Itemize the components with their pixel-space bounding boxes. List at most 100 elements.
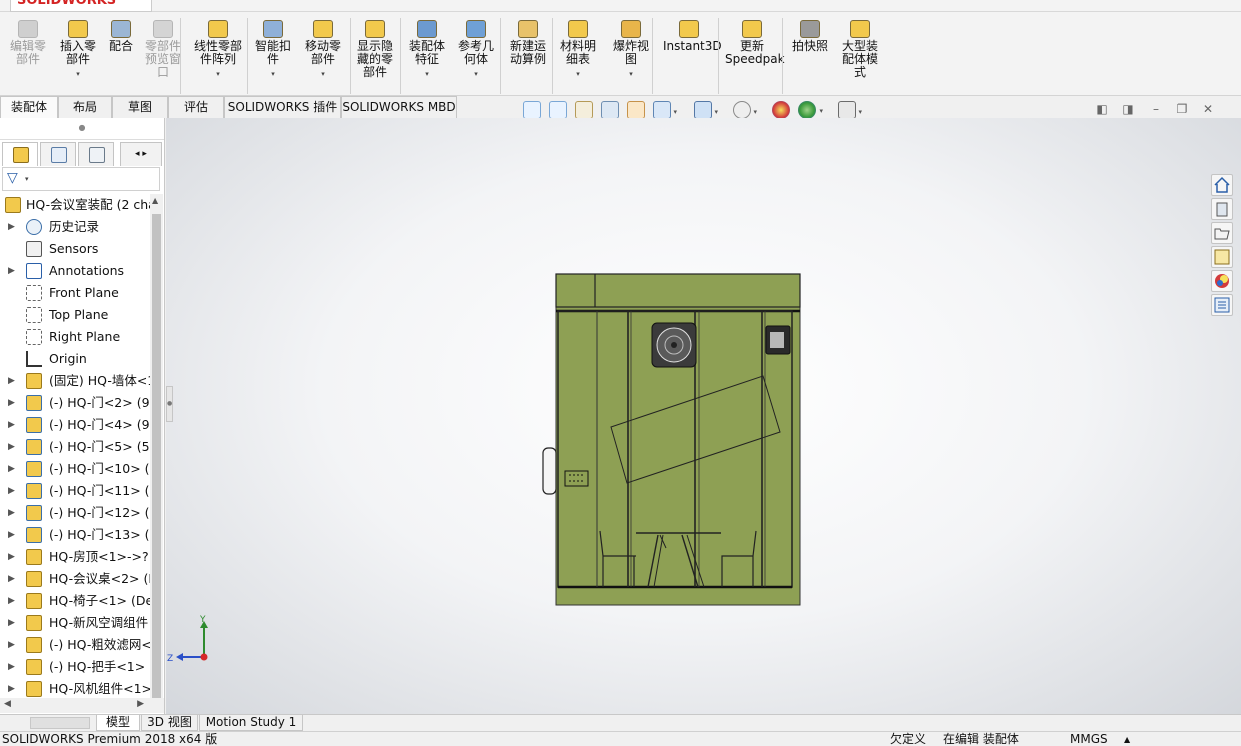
tree-item[interactable]: ▶ HQ-椅子<1> (Def — [0, 590, 152, 612]
scroll-right-icon[interactable]: ▶ — [137, 699, 144, 709]
toolbar-button-1[interactable]: 插入零 部件 ▾ — [57, 20, 99, 81]
tab-feature-manager[interactable] — [2, 142, 38, 166]
expand-arrow-icon[interactable]: ▶ — [8, 590, 15, 612]
expand-arrow-icon[interactable]: ▶ — [8, 216, 15, 238]
hide-show-items-icon[interactable]: ▾ — [733, 101, 757, 119]
zoom-to-fit-icon[interactable] — [523, 101, 541, 119]
home-icon[interactable] — [1211, 174, 1233, 196]
dropdown-arrow-icon[interactable]: ▾ — [252, 68, 294, 81]
expand-arrow-icon[interactable]: ▶ — [8, 546, 15, 568]
tile-right-icon[interactable]: ◨ — [1121, 103, 1135, 117]
panel-collapse-handle[interactable]: ● — [0, 118, 164, 140]
tree-vertical-scrollbar[interactable]: ▲ — [150, 194, 163, 698]
tree-item[interactable]: ▶ (固定) HQ-墙体<1 — [0, 370, 152, 392]
scroll-left-icon[interactable]: ◀ — [4, 699, 11, 709]
tab-5[interactable]: SOLIDWORKS MBD — [341, 96, 457, 118]
tab-3[interactable]: 评估 — [168, 96, 224, 118]
tree-item[interactable]: Right Plane — [0, 326, 152, 348]
section-view-icon[interactable] — [601, 101, 619, 119]
expand-arrow-icon[interactable]: ▶ — [8, 502, 15, 524]
tab-model[interactable]: 模型 — [96, 715, 140, 731]
close-button[interactable]: ✕ — [1201, 103, 1215, 117]
tab-scroll-arrows[interactable]: ◂ ▸ — [120, 142, 162, 166]
toolbar-button-7[interactable]: 显示隐 藏的零 部件 — [354, 20, 396, 79]
design-library-icon[interactable] — [1211, 198, 1233, 220]
expand-arrow-icon[interactable]: ▶ — [8, 414, 15, 436]
tab-3d-view[interactable]: 3D 视图 — [141, 715, 198, 731]
dropdown-arrow-icon[interactable]: ▾ — [301, 68, 345, 81]
toolbar-button-16[interactable]: 大型装 配体模式 — [836, 20, 884, 79]
toolbar-button-3[interactable]: 零部件 预览窗口 — [142, 20, 184, 79]
tab-configuration-manager[interactable] — [78, 142, 114, 166]
toolbar-button-8[interactable]: 装配体 特征 ▾ — [405, 20, 449, 81]
view-orientation-icon[interactable]: ▾ — [653, 101, 677, 119]
tab-0[interactable]: 装配体 — [0, 96, 58, 119]
expand-arrow-icon[interactable]: ▶ — [8, 260, 15, 282]
dropdown-arrow-icon[interactable]: ▾ — [455, 68, 497, 81]
toolbar-button-4[interactable]: 线性零部 件阵列 ▾ — [190, 20, 246, 81]
expand-arrow-icon[interactable]: ▶ — [8, 458, 15, 480]
tree-item[interactable]: ▶ (-) HQ-门<12> (9 — [0, 502, 152, 524]
expand-arrow-icon[interactable]: ▶ — [8, 612, 15, 634]
edit-appearance-icon[interactable] — [772, 101, 790, 119]
tree-item[interactable]: ▶ HQ-房顶<1>->? ( — [0, 546, 152, 568]
display-style-icon[interactable]: ▾ — [694, 101, 718, 119]
expand-arrow-icon[interactable]: ▶ — [8, 436, 15, 458]
toolbar-button-12[interactable]: 爆炸视图 ▾ — [611, 20, 651, 81]
toolbar-button-13[interactable]: Instant3D — [663, 20, 722, 53]
expand-arrow-icon[interactable]: ▶ — [8, 634, 15, 656]
dropdown-arrow-icon[interactable]: ▾ — [557, 68, 599, 81]
meeting-room-model[interactable] — [542, 273, 801, 606]
tree-item[interactable]: ▶ HQ-会议桌<2> (D — [0, 568, 152, 590]
feature-tree-filter[interactable]: ▽ ▾ — [2, 167, 160, 191]
tab-1[interactable]: 布局 — [58, 96, 112, 118]
tree-item[interactable]: Sensors — [0, 238, 152, 260]
toolbar-button-6[interactable]: 移动零 部件 ▾ — [301, 20, 345, 81]
appearances-icon[interactable] — [1211, 270, 1233, 292]
toolbar-button-10[interactable]: 新建运 动算例 — [505, 20, 551, 66]
minimize-button[interactable]: – — [1149, 103, 1163, 117]
expand-arrow-icon[interactable]: ▶ — [8, 524, 15, 546]
expand-arrow-icon[interactable]: ▶ — [8, 480, 15, 502]
view-settings-icon[interactable]: ▾ — [838, 101, 862, 119]
tree-item[interactable]: ▶ (-) HQ-门<10> (9 — [0, 458, 152, 480]
expand-arrow-icon[interactable]: ▶ — [8, 678, 15, 698]
apply-scene-icon[interactable]: ▾ — [798, 101, 823, 119]
filter-dropdown-icon[interactable]: ▾ — [25, 175, 29, 183]
expand-arrow-icon[interactable]: ▶ — [8, 392, 15, 414]
tree-item[interactable]: ▶ Annotations — [0, 260, 152, 282]
dropdown-arrow-icon[interactable]: ▾ — [57, 68, 99, 81]
toolbar-button-5[interactable]: 智能扣件 ▾ — [252, 20, 294, 81]
expand-arrow-icon[interactable]: ▶ — [8, 370, 15, 392]
scroll-thumb[interactable] — [152, 214, 161, 698]
tree-item[interactable]: ▶ (-) HQ-门<11> (9 — [0, 480, 152, 502]
expand-arrow-icon[interactable]: ▶ — [8, 656, 15, 678]
expand-arrow-icon[interactable]: ▶ — [8, 568, 15, 590]
solidworks-logo[interactable]: SOLIDWORKS — [10, 0, 152, 12]
tab-navigation-arrows[interactable] — [30, 717, 90, 729]
toolbar-button-2[interactable]: 配合 — [106, 20, 136, 53]
tab-property-manager[interactable] — [40, 142, 76, 166]
dropdown-arrow-icon[interactable]: ▾ — [405, 68, 449, 81]
tile-left-icon[interactable]: ◧ — [1095, 103, 1109, 117]
tree-root[interactable]: HQ-会议室装配 (2 cha — [0, 194, 152, 216]
tree-item[interactable]: ▶ (-) HQ-门<2> (90 — [0, 392, 152, 414]
tree-item[interactable]: ▶ (-) HQ-把手<1> ( — [0, 656, 152, 678]
graphics-area[interactable]: Y Z ● — [166, 118, 1241, 715]
tab-motion-study[interactable]: Motion Study 1 — [199, 715, 303, 731]
units-dropdown-icon[interactable]: ▲ — [1124, 733, 1130, 746]
scroll-up-icon[interactable]: ▲ — [152, 196, 158, 205]
custom-properties-icon[interactable] — [1211, 294, 1233, 316]
tree-item[interactable]: ▶ (-) HQ-门<4> (90 — [0, 414, 152, 436]
file-explorer-icon[interactable] — [1211, 222, 1233, 244]
panel-splitter-handle[interactable]: ● — [166, 386, 173, 422]
tree-item[interactable]: Origin — [0, 348, 152, 370]
toolbar-button-15[interactable]: 拍快照 — [789, 20, 831, 53]
tree-item[interactable]: ▶ (-) HQ-门<5> (59 — [0, 436, 152, 458]
toolbar-button-9[interactable]: 参考几 何体 ▾ — [455, 20, 497, 81]
tree-item[interactable]: ▶ HQ-风机组件<1> — [0, 678, 152, 698]
tree-item[interactable]: ▶ HQ-新风空调组件 — [0, 612, 152, 634]
view-palette-icon[interactable] — [1211, 246, 1233, 268]
previous-view-icon[interactable] — [575, 101, 593, 119]
toolbar-button-14[interactable]: 更新 Speedpak — [725, 20, 785, 66]
